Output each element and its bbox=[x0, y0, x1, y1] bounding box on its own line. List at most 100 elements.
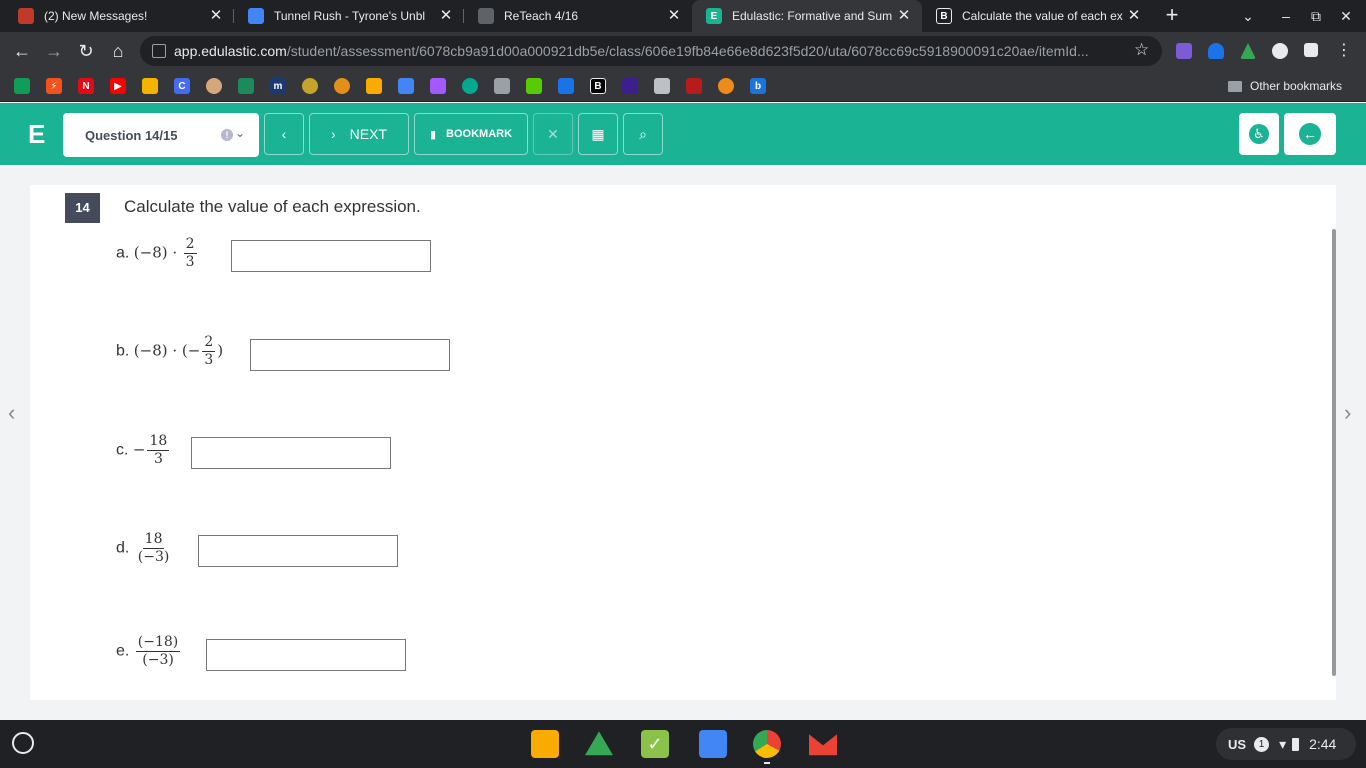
home-icon[interactable]: ⌂ bbox=[106, 39, 130, 63]
denominator: (−3) bbox=[137, 549, 170, 565]
clever-bookmark-icon[interactable]: C bbox=[174, 78, 190, 94]
figma-bookmark-icon[interactable] bbox=[430, 78, 446, 94]
tab-strip: (2) New Messages! ✕ Tunnel Rush - Tyrone… bbox=[0, 0, 1366, 32]
close-icon[interactable]: ✕ bbox=[666, 8, 682, 24]
zoom-button[interactable]: ⌕ bbox=[623, 113, 663, 155]
messages-favicon-icon bbox=[18, 8, 34, 24]
duolingo-bookmark-icon[interactable] bbox=[526, 78, 542, 94]
scrollbar[interactable] bbox=[1332, 229, 1336, 676]
docs-bookmark-icon[interactable] bbox=[398, 78, 414, 94]
previous-button[interactable]: ‹ bbox=[264, 113, 304, 155]
extension-tw-icon[interactable] bbox=[1176, 43, 1192, 59]
purple-bookmark-icon[interactable] bbox=[622, 78, 638, 94]
tab-tunnel-rush[interactable]: Tunnel Rush - Tyrone's Unbl ✕ bbox=[234, 0, 464, 32]
numerator: 2 bbox=[183, 236, 197, 254]
scratchpad-button[interactable]: ▦ bbox=[578, 113, 618, 155]
tasks-app-icon[interactable]: ✓ bbox=[641, 730, 669, 758]
profile-icon[interactable] bbox=[1272, 43, 1288, 59]
pen-bookmark-icon[interactable] bbox=[238, 78, 254, 94]
orange-bookmark-icon[interactable] bbox=[718, 78, 734, 94]
gmail-app-icon[interactable] bbox=[809, 734, 837, 756]
drive-app-icon[interactable] bbox=[585, 731, 613, 756]
tab-reteach[interactable]: ReTeach 4/16 ✕ bbox=[464, 0, 692, 32]
next-button[interactable]: › NEXT bbox=[309, 113, 409, 155]
bookmark-label: BOOKMARK bbox=[446, 128, 513, 140]
bookmark-button[interactable]: ▮ BOOKMARK bbox=[414, 113, 528, 155]
bookmark-star-icon[interactable]: ☆ bbox=[1134, 40, 1149, 60]
tunnel-rush-favicon-icon bbox=[248, 8, 264, 24]
close-icon[interactable]: ✕ bbox=[208, 8, 224, 24]
vpn-bookmark-icon[interactable] bbox=[462, 78, 478, 94]
pear-bookmark-icon[interactable] bbox=[302, 78, 318, 94]
answer-input-a[interactable] bbox=[231, 240, 431, 272]
spider-bookmark-icon[interactable] bbox=[686, 78, 702, 94]
restore-icon[interactable]: ⧉ bbox=[1306, 6, 1326, 26]
menu-icon[interactable]: ⋮ bbox=[1336, 40, 1352, 59]
docs-app-icon[interactable] bbox=[699, 730, 727, 758]
chrome-app-icon[interactable] bbox=[753, 730, 781, 758]
back-icon[interactable]: ← bbox=[10, 39, 34, 63]
expression-prefix: (−8) · bbox=[133, 243, 178, 262]
item-d: d. 18 (−3) bbox=[116, 531, 173, 566]
assessment-header: E Question 14/15 ! ⌄ ‹ › NEXT ▮ BOOKMARK… bbox=[0, 103, 1366, 165]
numerator: 2 bbox=[202, 334, 216, 352]
new-tab-icon[interactable]: + bbox=[1160, 4, 1184, 28]
forward-icon[interactable]: → bbox=[42, 39, 66, 63]
tab-messages[interactable]: (2) New Messages! ✕ bbox=[4, 0, 234, 32]
extensions-puzzle-icon[interactable] bbox=[1304, 43, 1318, 57]
window-close-icon[interactable]: ✕ bbox=[1336, 6, 1356, 26]
expression-prefix: (−8) · (− bbox=[133, 341, 201, 360]
next-arrow-icon[interactable]: › bbox=[1344, 400, 1351, 426]
classroom-bookmark-icon[interactable] bbox=[14, 78, 30, 94]
crossout-button[interactable]: ✕ bbox=[533, 113, 573, 155]
minimize-icon[interactable]: – bbox=[1276, 6, 1296, 26]
reload-icon[interactable]: ↻ bbox=[74, 39, 98, 63]
status-tray[interactable]: US 1 ▾ 2:44 bbox=[1216, 728, 1356, 760]
previous-arrow-icon[interactable]: ‹ bbox=[8, 400, 15, 426]
extension-shield-icon[interactable] bbox=[1208, 43, 1224, 59]
calculator-bookmark-icon[interactable] bbox=[494, 78, 510, 94]
math-bookmark-icon[interactable]: m bbox=[270, 78, 286, 94]
feather-bookmark-icon[interactable] bbox=[654, 78, 670, 94]
answer-input-e[interactable] bbox=[206, 639, 406, 671]
close-icon[interactable]: ✕ bbox=[896, 8, 912, 24]
address-bar[interactable]: app.edulastic.com/student/assessment/607… bbox=[140, 36, 1162, 66]
slides-app-icon[interactable] bbox=[531, 730, 559, 758]
bolt-bookmark-icon[interactable]: ⚡ bbox=[46, 78, 62, 94]
question-select[interactable]: Question 14/15 ! ⌄ bbox=[63, 113, 259, 157]
edulastic-logo: E bbox=[28, 119, 46, 149]
face-bookmark-icon[interactable] bbox=[206, 78, 222, 94]
exit-button[interactable]: ← bbox=[1284, 113, 1336, 155]
close-icon[interactable]: ✕ bbox=[1126, 8, 1142, 24]
tab-title: ReTeach 4/16 bbox=[504, 9, 579, 23]
sheets-bookmark-icon[interactable] bbox=[142, 78, 158, 94]
warning-icon: ! bbox=[221, 129, 233, 141]
bing-bookmark-icon[interactable]: b bbox=[750, 78, 766, 94]
chart-bookmark-icon[interactable] bbox=[366, 78, 382, 94]
reteach-favicon-icon bbox=[478, 8, 494, 24]
os-shelf: ✓ US 1 ▾ 2:44 bbox=[0, 720, 1366, 768]
tab-edulastic[interactable]: E Edulastic: Formative and Sum ✕ bbox=[692, 0, 922, 32]
tab-search-icon[interactable]: ⌄ bbox=[1238, 6, 1258, 26]
blocks-bookmark-icon[interactable] bbox=[558, 78, 574, 94]
answer-input-b[interactable] bbox=[250, 339, 450, 371]
url-host: app.edulastic.com bbox=[174, 43, 287, 59]
question-select-label: Question 14/15 bbox=[85, 127, 178, 143]
close-icon[interactable]: ✕ bbox=[438, 8, 454, 24]
answer-input-d[interactable] bbox=[198, 535, 398, 567]
bookmarks-bar: ⚡ N ▶ C m B b Other bookmarks bbox=[0, 70, 1366, 102]
netflix-bookmark-icon[interactable]: N bbox=[78, 78, 94, 94]
spiral-bookmark-icon[interactable] bbox=[334, 78, 350, 94]
site-info-icon[interactable] bbox=[152, 44, 166, 58]
answer-input-c[interactable] bbox=[191, 437, 391, 469]
accessibility-icon: ♿ bbox=[1249, 124, 1269, 144]
other-bookmarks[interactable]: Other bookmarks bbox=[1228, 76, 1342, 96]
tab-calculate[interactable]: B Calculate the value of each ex ✕ bbox=[922, 0, 1152, 32]
brainly-bookmark-icon[interactable]: B bbox=[590, 78, 606, 94]
accessibility-button[interactable]: ♿ bbox=[1239, 113, 1279, 155]
launcher-icon[interactable] bbox=[12, 732, 34, 754]
youtube-bookmark-icon[interactable]: ▶ bbox=[110, 78, 126, 94]
numerator: (−18) bbox=[135, 634, 181, 652]
fraction: 18 3 bbox=[147, 433, 170, 468]
chevron-left-icon: ‹ bbox=[281, 126, 287, 142]
